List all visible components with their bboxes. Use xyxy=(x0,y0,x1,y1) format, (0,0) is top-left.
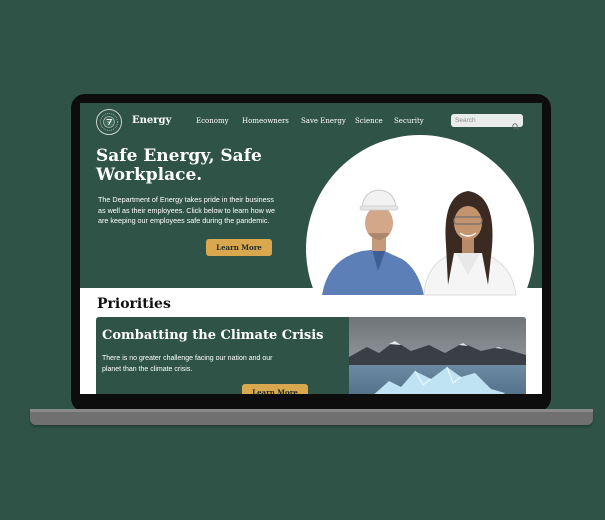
nav-item-save-energy[interactable]: Save Energy xyxy=(301,117,346,125)
priority-card-description: There is no greater challenge facing our… xyxy=(102,355,273,373)
hero-title: Safe Energy, Safe Workplace. xyxy=(96,146,262,185)
hero-section: Energy Economy Homeowners Save Energy Sc… xyxy=(80,103,542,363)
glacier-photo xyxy=(349,317,526,394)
nav-item-security[interactable]: Security xyxy=(394,117,424,125)
laptop-base xyxy=(30,409,593,425)
search-input[interactable] xyxy=(455,114,505,127)
priorities-heading: Priorities xyxy=(97,296,171,312)
search-icon[interactable] xyxy=(512,117,519,135)
nav-item-science[interactable]: Science xyxy=(355,117,383,125)
website-screen: Energy Economy Homeowners Save Energy Sc… xyxy=(80,103,542,394)
hero-learn-more-button[interactable]: Learn More xyxy=(206,239,272,256)
department-seal-icon[interactable] xyxy=(96,109,122,135)
nav-item-economy[interactable]: Economy xyxy=(196,117,229,125)
search-box xyxy=(451,114,523,130)
priority-card-title: Combatting the Climate Crisis xyxy=(102,328,324,343)
site-brand[interactable]: Energy xyxy=(132,115,171,126)
priority-card-climate: Combatting the Climate Crisis There is n… xyxy=(96,317,526,394)
hero-description: The Department of Energy takes pride in … xyxy=(98,195,275,226)
nav-item-homeowners[interactable]: Homeowners xyxy=(242,117,289,125)
priority-learn-more-button[interactable]: Learn More xyxy=(242,384,308,394)
